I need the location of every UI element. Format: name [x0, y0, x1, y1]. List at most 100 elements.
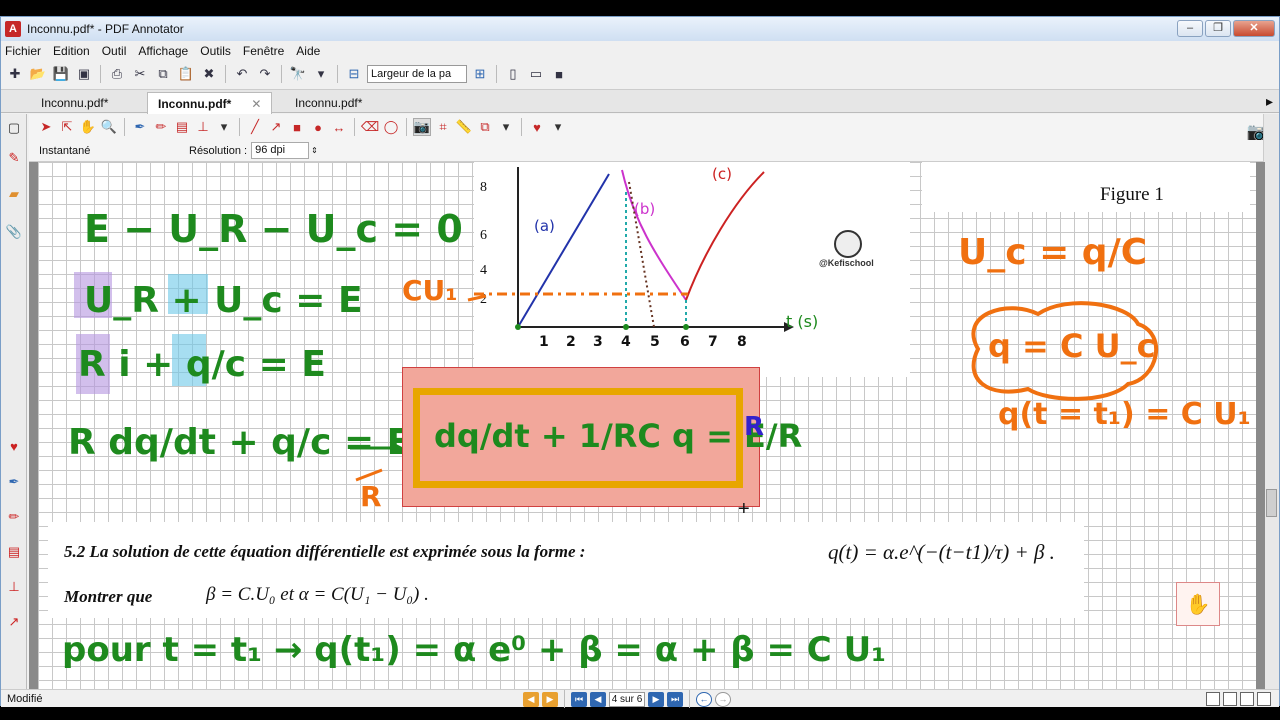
save-all-icon[interactable]: ▣ [74, 64, 94, 84]
menu-outils[interactable]: Outils [200, 44, 231, 58]
snapshot-icon[interactable]: 📷 [413, 118, 431, 136]
ruler-icon[interactable]: 📏 [455, 118, 473, 136]
stamp-icon[interactable]: ⊥ [5, 579, 23, 597]
crop-icon[interactable]: ⌗ [434, 118, 452, 136]
zoom-out-icon[interactable]: ⊟ [344, 64, 364, 84]
menu-outil[interactable]: Outil [102, 44, 127, 58]
go-forward-icon[interactable]: → [715, 691, 731, 707]
copy-icon[interactable]: ⧉ [153, 64, 173, 84]
favorite-heart-icon[interactable]: ♥ [5, 439, 23, 457]
zoom-in-icon[interactable]: ⊞ [470, 64, 490, 84]
highlighter-icon[interactable]: ✏ [5, 509, 23, 527]
spinner-icon[interactable]: ⇕ [311, 146, 318, 155]
crosshair-cursor-icon: + [738, 498, 750, 520]
minimize-button[interactable]: – [1177, 20, 1203, 37]
history-back-icon[interactable]: ◀ [523, 691, 539, 707]
tab-list-icon[interactable]: ▸ [1266, 93, 1273, 110]
boxed-side-label: R [744, 412, 765, 442]
x-tick: 5 [650, 334, 660, 350]
fullscreen-icon[interactable]: ■ [549, 64, 569, 84]
pdf-annotator-icon: A [5, 21, 21, 37]
dropdown-icon[interactable]: ▾ [215, 118, 233, 136]
menu-fichier[interactable]: Fichier [5, 44, 41, 58]
close-tab-icon[interactable]: ✕ [251, 97, 261, 111]
undo-icon[interactable]: ↶ [232, 64, 252, 84]
view-mode-buttons [1206, 692, 1271, 706]
resolution-input[interactable]: 96 dpi [251, 142, 310, 159]
select-text-icon[interactable]: ⇱ [58, 118, 76, 136]
stamp-tool-icon[interactable]: ⊥ [194, 118, 212, 136]
text-box-icon[interactable]: ▤ [5, 544, 23, 562]
rectangle-icon[interactable]: ■ [288, 118, 306, 136]
new-document-icon[interactable]: ✚ [5, 64, 25, 84]
menu-fenetre[interactable]: Fenêtre [243, 44, 284, 58]
paste-icon[interactable]: 📋 [176, 64, 196, 84]
pen-tool-icon[interactable]: ✒ [131, 118, 149, 136]
select-icon[interactable]: ➤ [37, 118, 55, 136]
vertical-scrollbar[interactable] [1263, 114, 1279, 689]
next-page-icon[interactable]: ▶ [648, 691, 664, 707]
text-tool-icon[interactable]: ▤ [173, 118, 191, 136]
continuous-icon[interactable] [1223, 692, 1237, 706]
circle-icon[interactable]: ● [309, 118, 327, 136]
eraser-icon[interactable]: ⌫ [361, 118, 379, 136]
arrow-label: R [360, 480, 382, 513]
arrow-tool-icon[interactable]: ↗ [5, 614, 23, 632]
zoom-tool-icon[interactable]: 🔍 [100, 118, 118, 136]
tab-document-2[interactable]: Inconnu.pdf* ✕ [147, 92, 273, 114]
single-page-icon[interactable] [1206, 692, 1220, 706]
find-icon[interactable]: 🔭 [288, 64, 308, 84]
fit-width-view-icon[interactable]: ▭ [526, 64, 546, 84]
tab-document-3[interactable]: Inconnu.pdf* [285, 92, 372, 114]
bookmark-icon[interactable]: ▰ [5, 186, 23, 204]
history-forward-icon[interactable]: ▶ [542, 691, 558, 707]
zoom-select[interactable]: Largeur de la pa [367, 65, 467, 83]
single-page-view-icon[interactable]: ▯ [503, 64, 523, 84]
tool-name: Instantané [39, 144, 91, 157]
redo-icon[interactable]: ↷ [255, 64, 275, 84]
line-icon[interactable]: ╱ [246, 118, 264, 136]
first-page-icon[interactable]: ⏮ [571, 691, 587, 707]
favorites-heart-icon[interactable]: ♥ [528, 118, 546, 136]
two-page-icon[interactable] [1240, 692, 1254, 706]
marker-tool-icon[interactable]: ✏ [152, 118, 170, 136]
hand-tool-button[interactable]: ✋ [1176, 582, 1220, 626]
document-area: 8 6 4 2 1 2 3 4 5 6 7 8 t (s) (a) (b) (c… [29, 162, 1265, 689]
pen-icon[interactable]: ✒ [5, 474, 23, 492]
page-indicator[interactable]: 4 sur 6 [609, 691, 645, 707]
separator [496, 65, 497, 83]
maximize-button[interactable]: ❐ [1205, 20, 1231, 37]
tab-document-1[interactable]: Inconnu.pdf* [31, 92, 118, 114]
lasso-icon[interactable]: ◯ [382, 118, 400, 136]
hand-icon[interactable]: ✋ [79, 118, 97, 136]
insert-image-icon[interactable]: ⧉ [476, 118, 494, 136]
left-sidebar: ▢ ✎ ▰ 📎 ♥ ✒ ✏ ▤ ⊥ ↗ [1, 114, 27, 689]
dropdown-icon[interactable]: ▾ [497, 118, 515, 136]
arrow-icon[interactable]: ↗ [267, 118, 285, 136]
more-options-icon[interactable]: ▾ [311, 64, 331, 84]
x-tick: 7 [708, 334, 718, 350]
page-view-icon[interactable]: ▢ [5, 120, 23, 138]
close-button[interactable]: ✕ [1233, 20, 1275, 37]
measure-icon[interactable]: ↔ [330, 118, 348, 136]
status-bar: Modifié ◀ ▶ ⏮ ◀ 4 sur 6 ▶ ⏭ ← → [1, 689, 1279, 708]
scrollbar-thumb[interactable] [1266, 489, 1277, 517]
previous-page-icon[interactable]: ◀ [590, 691, 606, 707]
two-page-continuous-icon[interactable] [1257, 692, 1271, 706]
pdf-page[interactable]: 8 6 4 2 1 2 3 4 5 6 7 8 t (s) (a) (b) (c… [38, 162, 1256, 689]
last-page-icon[interactable]: ⏭ [667, 691, 683, 707]
attachment-icon[interactable]: 📎 [5, 224, 23, 242]
marker-icon[interactable]: ✎ [5, 150, 23, 168]
save-icon[interactable]: 💾 [51, 64, 71, 84]
x-tick: 4 [621, 334, 631, 350]
menu-affichage[interactable]: Affichage [138, 44, 188, 58]
print-icon[interactable]: ⎙ [107, 64, 127, 84]
menu-aide[interactable]: Aide [296, 44, 320, 58]
open-folder-icon[interactable]: 📂 [28, 64, 48, 84]
cut-icon[interactable]: ✂ [130, 64, 150, 84]
go-back-icon[interactable]: ← [696, 691, 712, 707]
figure-image: 8 6 4 2 1 2 3 4 5 6 7 8 t (s) (a) (b) (c… [474, 162, 910, 377]
menu-edition[interactable]: Edition [53, 44, 90, 58]
dropdown-icon[interactable]: ▾ [549, 118, 567, 136]
delete-icon[interactable]: ✖ [199, 64, 219, 84]
